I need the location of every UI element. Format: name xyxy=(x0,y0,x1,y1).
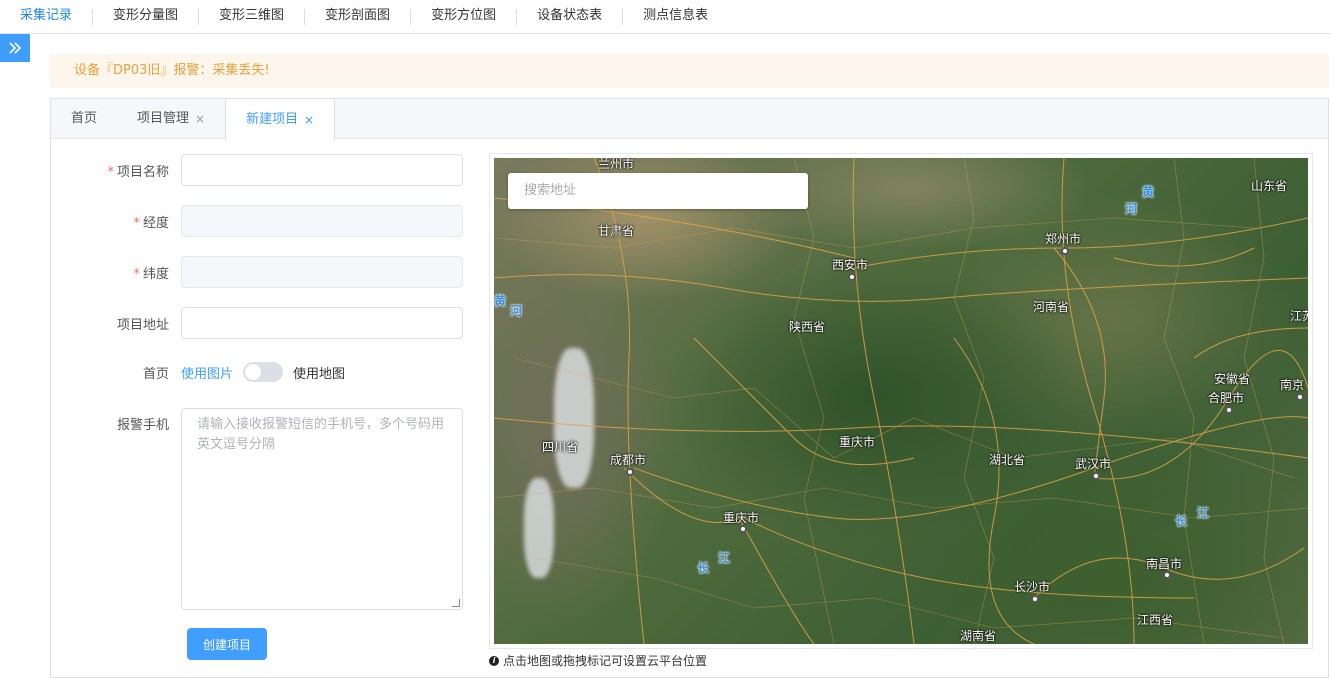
map-label-chengdu: 成都市 xyxy=(610,453,647,467)
required-mark: * xyxy=(107,164,114,180)
tab-new-project[interactable]: 新建项目 × xyxy=(225,99,336,140)
map-label-anhui: 安徽省 xyxy=(1214,372,1251,386)
required-mark: * xyxy=(133,215,140,231)
tab-label: 项目管理 xyxy=(137,111,190,126)
map-city-marker xyxy=(1225,406,1233,414)
close-icon[interactable]: × xyxy=(195,99,205,139)
map-river-label: 长 xyxy=(1175,514,1188,528)
toggle-knob xyxy=(245,364,262,380)
map-label-hefei: 合肥市 xyxy=(1208,391,1245,405)
map-label-hubei: 湖北省 xyxy=(989,453,1026,467)
map-label-chongqing: 重庆市 xyxy=(723,511,760,525)
map-city-marker xyxy=(848,273,856,281)
info-icon: i xyxy=(489,655,499,666)
tab-label: 首页 xyxy=(71,111,98,126)
project-address-input[interactable] xyxy=(181,307,463,339)
tab-project-management[interactable]: 项目管理 × xyxy=(117,99,225,139)
nav-deformation-section[interactable]: 变形剖面图 xyxy=(305,0,410,34)
map-label-sichuan: 四川省 xyxy=(542,440,579,454)
map-label-nanjing: 南京 xyxy=(1280,378,1305,392)
satellite-map[interactable]: 搜索地址 兰州市 甘肃省 西安市 郑州市 山东省 河南省 陕西省 江苏 安徽省 … xyxy=(494,158,1308,644)
nav-deformation-3d[interactable]: 变形三维图 xyxy=(199,0,304,34)
map-river-label: 黄 xyxy=(1142,185,1155,199)
nav-device-status[interactable]: 设备状态表 xyxy=(517,0,622,34)
project-address-label: 项目地址 xyxy=(116,317,169,333)
form-row-address: 项目地址 xyxy=(51,307,463,339)
map-river-label: 江 xyxy=(1197,506,1210,520)
map-label-changsha: 长沙市 xyxy=(1014,580,1051,594)
tab-bar: 首页 项目管理 × 新建项目 × xyxy=(51,99,1328,140)
create-project-button[interactable]: 创建项目 xyxy=(187,628,267,660)
home-label: 首页 xyxy=(142,366,169,382)
map-label-xian: 西安市 xyxy=(832,258,869,272)
map-label-jiangxi: 江西省 xyxy=(1137,613,1174,627)
map-city-marker xyxy=(626,468,634,476)
longitude-label: 经度 xyxy=(142,215,169,231)
project-name-input[interactable] xyxy=(181,154,463,186)
map-container: 搜索地址 兰州市 甘肃省 西安市 郑州市 山东省 河南省 陕西省 江苏 安徽省 … xyxy=(489,153,1313,649)
map-river-label: 河 xyxy=(1125,202,1138,216)
field-label: * 项目名称 xyxy=(51,161,181,180)
tab-home[interactable]: 首页 xyxy=(51,99,117,139)
alarm-phone-label: 报警手机 xyxy=(116,418,169,433)
double-chevron-right-icon xyxy=(9,42,22,54)
top-nav: 采集记录 变形分量图 变形三维图 变形剖面图 变形方位图 设备状态表 测点信息表 xyxy=(0,0,1331,34)
map-label-chongqing-area: 重庆市 xyxy=(839,435,876,449)
form-row-lat: * 纬度 xyxy=(51,256,463,288)
use-map-option[interactable]: 使用地图 xyxy=(293,363,345,382)
tab-label: 新建项目 xyxy=(246,111,299,127)
map-river-label: 江 xyxy=(718,551,731,565)
map-city-marker xyxy=(1296,393,1304,401)
map-label-hunan: 湖南省 xyxy=(960,629,997,643)
latitude-label: 纬度 xyxy=(142,266,169,282)
map-label-lanzhou: 兰州市 xyxy=(598,158,635,171)
map-city-marker xyxy=(1092,472,1100,480)
longitude-input xyxy=(181,205,463,237)
map-label-wuhan: 武汉市 xyxy=(1075,457,1112,471)
resize-handle-icon[interactable] xyxy=(452,599,460,607)
field-label: * 纬度 xyxy=(51,263,181,282)
map-label-zhengzhou: 郑州市 xyxy=(1045,232,1082,246)
map-city-marker xyxy=(1163,571,1171,579)
map-hint: i 点击地图或拖拽标记可设置云平台位置 xyxy=(489,652,707,669)
nav-deformation-azimuth[interactable]: 变形方位图 xyxy=(411,0,516,34)
home-mode-switch-group: 使用图片 使用地图 xyxy=(181,362,345,382)
map-label-gansu: 甘肃省 xyxy=(598,224,635,238)
form-row-name: * 项目名称 xyxy=(51,154,463,186)
alarm-alert: 设备『DP03旧』报警：采集丢失! xyxy=(50,54,1329,88)
map-label-henan: 河南省 xyxy=(1033,300,1070,314)
map-search-input[interactable]: 搜索地址 xyxy=(508,173,808,209)
sidebar-expand-button[interactable] xyxy=(0,34,30,62)
main-card: 首页 项目管理 × 新建项目 × * 项目名称 * 经度 * 纬度 项目地址 首页 xyxy=(50,98,1329,678)
form-row-phone: 报警手机 请输入接收报警短信的手机号，多个号码用英文逗号分隔 xyxy=(51,408,463,610)
latitude-input xyxy=(181,256,463,288)
map-city-marker xyxy=(1061,247,1069,255)
form-row-home: 首页 使用图片 使用地图 xyxy=(51,362,345,382)
map-hint-text: 点击地图或拖拽标记可设置云平台位置 xyxy=(503,654,708,668)
map-label-nanchang: 南昌市 xyxy=(1146,557,1183,571)
map-label-shandong: 山东省 xyxy=(1251,179,1288,193)
map-river-label: 长 xyxy=(697,561,710,575)
project-name-label: 项目名称 xyxy=(116,164,169,180)
map-river-label: 河 xyxy=(510,304,523,318)
map-city-marker xyxy=(1031,595,1039,603)
map-city-marker xyxy=(739,525,747,533)
map-river-label: 黄 xyxy=(494,294,507,308)
map-label-shaanxi: 陕西省 xyxy=(789,320,826,334)
textarea-placeholder: 请输入接收报警短信的手机号，多个号码用英文逗号分隔 xyxy=(197,417,445,452)
map-label-jiangsu: 江苏 xyxy=(1290,309,1308,323)
nav-collection-records[interactable]: 采集记录 xyxy=(0,0,92,34)
nav-deformation-component[interactable]: 变形分量图 xyxy=(93,0,198,34)
required-mark: * xyxy=(133,266,140,282)
use-image-option[interactable]: 使用图片 xyxy=(181,363,233,382)
alarm-phone-textarea[interactable]: 请输入接收报警短信的手机号，多个号码用英文逗号分隔 xyxy=(181,408,463,610)
home-mode-toggle[interactable] xyxy=(243,362,284,382)
nav-point-info[interactable]: 测点信息表 xyxy=(623,0,728,34)
field-label: * 经度 xyxy=(51,212,181,231)
close-icon[interactable]: × xyxy=(304,100,314,140)
form-row-lng: * 经度 xyxy=(51,205,463,237)
form-row-submit: 创建项目 xyxy=(187,628,267,660)
